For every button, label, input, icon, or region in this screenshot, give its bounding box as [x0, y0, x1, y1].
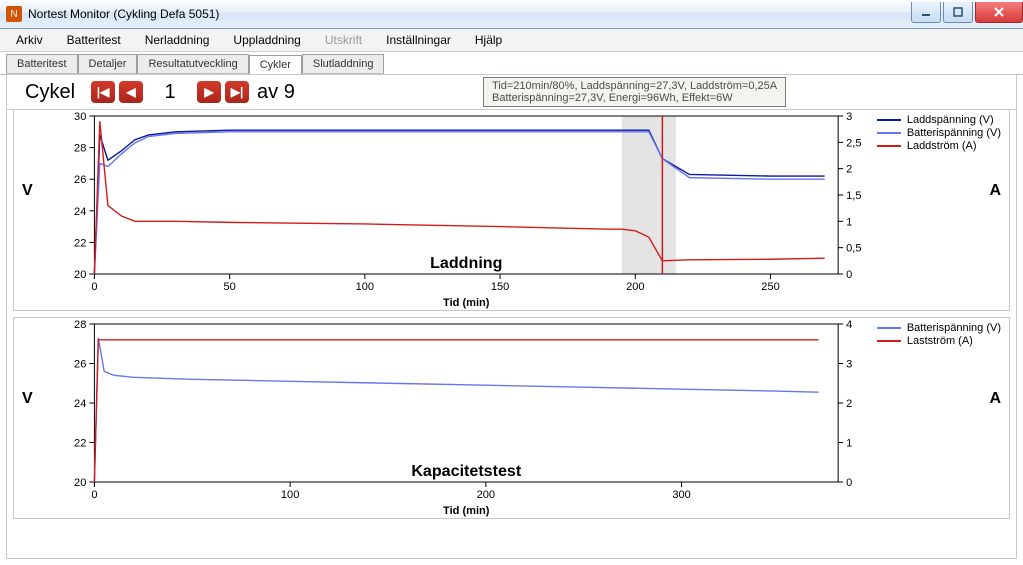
svg-text:20: 20 [74, 269, 86, 281]
svg-text:26: 26 [74, 174, 86, 186]
pager-total-label: av 9 [257, 81, 295, 104]
minimize-button[interactable] [911, 2, 941, 23]
svg-text:1: 1 [846, 438, 852, 450]
left-axis-unit-top: V [22, 182, 33, 200]
tab-batteritest[interactable]: Batteritest [6, 54, 78, 74]
tooltip-line1: Tid=210min/80%, Laddspänning=27,3V, Ladd… [492, 80, 777, 92]
legend-laddning: Laddspänning (V)Batterispänning (V)Ladds… [877, 114, 1001, 153]
app-window: N Nortest Monitor (Cykling Defa 5051) Ar… [0, 0, 1023, 565]
svg-text:24: 24 [74, 398, 86, 410]
chart-laddning: 0 50 100 150 200 250 20 22 24 26 28 30 0 0,5 1 1,5 2 2,5 3… [14, 110, 1009, 310]
cycle-pager: Cykel |◀ ◀ 1 ▶ ▶| av 9 Tid=210min/80%, L… [7, 75, 1016, 110]
next-button[interactable]: ▶ [197, 81, 221, 103]
first-button[interactable]: |◀ [91, 81, 115, 103]
legend-row: Batterispänning (V) [877, 127, 1001, 139]
tab-detaljer[interactable]: Detaljer [78, 54, 138, 74]
svg-text:1,5: 1,5 [846, 190, 861, 202]
tooltip-line2: Batterispänning=27,3V, Energi=96Wh, Effe… [492, 92, 777, 104]
title-bar: N Nortest Monitor (Cykling Defa 5051) [0, 0, 1023, 29]
pager-current: 1 [149, 81, 191, 104]
svg-text:4: 4 [846, 319, 852, 331]
legend-row: Lastström (A) [877, 335, 1001, 347]
tab-slutladdning[interactable]: Slutladdning [302, 54, 385, 74]
svg-text:28: 28 [74, 143, 86, 155]
svg-text:Tid (min): Tid (min) [443, 505, 490, 517]
svg-text:100: 100 [356, 281, 374, 293]
svg-text:2,5: 2,5 [846, 137, 861, 149]
legend-row: Laddspänning (V) [877, 114, 1001, 126]
content-area: Cykel |◀ ◀ 1 ▶ ▶| av 9 Tid=210min/80%, L… [6, 74, 1017, 559]
tab-cykler[interactable]: Cykler [249, 55, 302, 75]
svg-text:26: 26 [74, 359, 86, 371]
svg-text:22: 22 [74, 438, 86, 450]
svg-text:28: 28 [74, 319, 86, 331]
chart-panel-laddning[interactable]: 0 50 100 150 200 250 20 22 24 26 28 30 0 0,5 1 1,5 2 2,5 3… [13, 109, 1010, 311]
maximize-button[interactable] [943, 2, 973, 23]
svg-text:0: 0 [846, 269, 852, 281]
app-icon: N [6, 6, 22, 22]
svg-text:Kapacitetstest: Kapacitetstest [411, 462, 522, 480]
chart-panel-kapacitetstest[interactable]: 0 100 200 300 20 22 24 26 28 0 1 2 3 4 Kapacitetstest T… [13, 317, 1010, 519]
svg-text:2: 2 [846, 398, 852, 410]
next-icon: ▶ [204, 85, 213, 99]
svg-text:100: 100 [281, 489, 299, 501]
prev-button[interactable]: ◀ [119, 81, 143, 103]
right-axis-unit-top: A [989, 182, 1001, 200]
svg-text:22: 22 [74, 237, 86, 249]
svg-text:200: 200 [626, 281, 644, 293]
svg-text:2: 2 [846, 164, 852, 176]
svg-text:150: 150 [491, 281, 509, 293]
tab-strip: BatteritestDetaljerResultatutvecklingCyk… [0, 52, 1023, 75]
menu-hjälp[interactable]: Hjälp [463, 31, 514, 49]
svg-text:3: 3 [846, 111, 852, 123]
chart-zone: 05010015020025020222426283000,511,522,53… [7, 109, 1016, 558]
svg-text:200: 200 [477, 489, 495, 501]
svg-text:300: 300 [672, 489, 690, 501]
svg-text:0,5: 0,5 [846, 243, 861, 255]
menu-arkiv[interactable]: Arkiv [4, 31, 55, 49]
svg-text:0: 0 [91, 281, 97, 293]
svg-text:0: 0 [91, 489, 97, 501]
tab-resultatutveckling[interactable]: Resultatutveckling [137, 54, 248, 74]
menu-inställningar[interactable]: Inställningar [374, 31, 463, 49]
menu-uppladdning[interactable]: Uppladdning [221, 31, 312, 49]
last-button[interactable]: ▶| [225, 81, 249, 103]
svg-text:3: 3 [846, 359, 852, 371]
menu-batteritest[interactable]: Batteritest [55, 31, 133, 49]
legend-row: Laddström (A) [877, 140, 1001, 152]
chart-kapacitetstest: 0 100 200 300 20 22 24 26 28 0 1 2 3 4 Kapacitetstest T… [14, 318, 1009, 518]
svg-text:Tid (min): Tid (min) [443, 297, 490, 309]
legend-row: Batterispänning (V) [877, 322, 1001, 334]
svg-text:Laddning: Laddning [430, 254, 502, 272]
close-button[interactable] [975, 2, 1023, 23]
svg-text:24: 24 [74, 206, 86, 218]
menu-nerladdning[interactable]: Nerladdning [133, 31, 222, 49]
window-title: Nortest Monitor (Cykling Defa 5051) [28, 7, 909, 21]
menu-utskrift: Utskrift [313, 31, 374, 49]
svg-text:20: 20 [74, 477, 86, 489]
right-axis-unit-bot: A [989, 390, 1001, 408]
svg-text:0: 0 [846, 477, 852, 489]
legend-kapacitetstest: Batterispänning (V)Lastström (A) [877, 322, 1001, 348]
svg-text:30: 30 [74, 111, 86, 123]
svg-text:1: 1 [846, 216, 852, 228]
last-icon: ▶| [231, 85, 244, 99]
prev-icon: ◀ [126, 85, 135, 99]
left-axis-unit-bot: V [22, 390, 33, 408]
cursor-tooltip: Tid=210min/80%, Laddspänning=27,3V, Ladd… [483, 77, 786, 107]
svg-text:250: 250 [761, 281, 779, 293]
svg-text:50: 50 [223, 281, 235, 293]
pager-label: Cykel [25, 81, 75, 104]
first-icon: |◀ [97, 85, 110, 99]
menu-bar: ArkivBatteritestNerladdningUppladdningUt… [0, 29, 1023, 52]
